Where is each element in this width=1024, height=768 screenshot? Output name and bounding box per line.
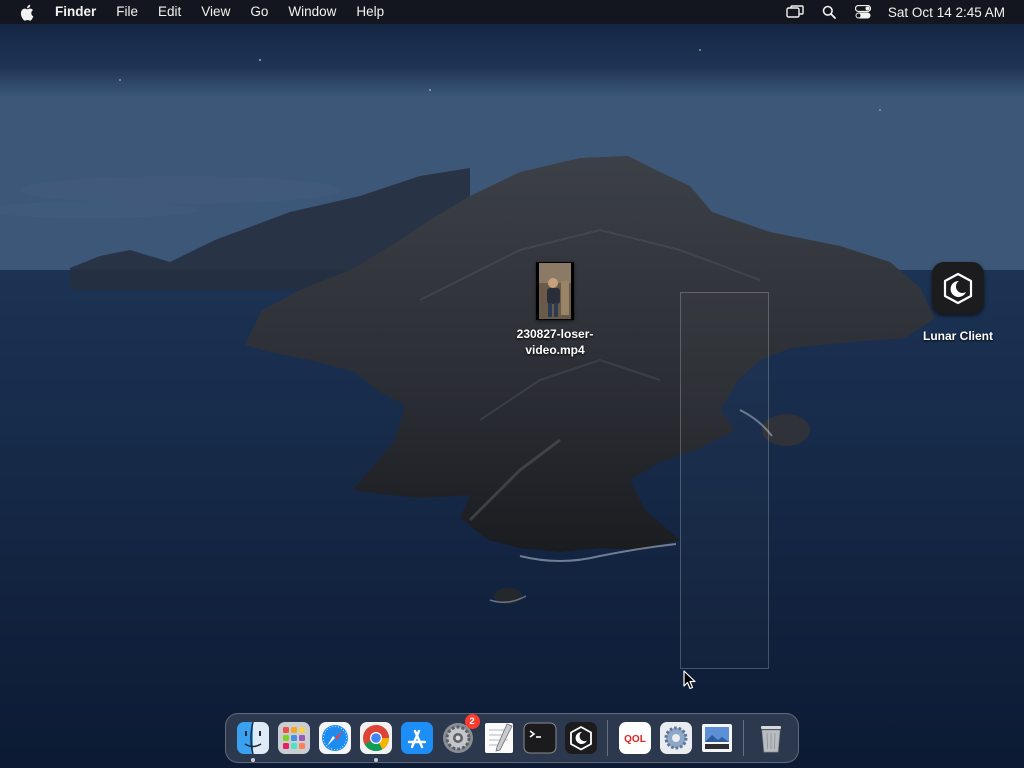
dock-item-system-preferences[interactable]: 2 [440,714,480,756]
dock: 2 QOL [225,713,799,763]
dock-item-settings-utility[interactable] [658,720,694,756]
menu-view[interactable]: View [191,0,240,24]
menu-bar-clock[interactable]: Sat Oct 14 2:45 AM [888,5,1005,20]
dock-item-lunar-client[interactable] [563,720,599,756]
control-center-icon[interactable] [854,4,872,20]
spotlight-search-icon[interactable] [820,4,838,20]
dock-separator [607,720,608,756]
desktop-wallpaper [0,0,1024,768]
video-thumbnail-icon [536,262,574,320]
lunar-client-icon [932,262,984,314]
qol-icon: QOL [618,722,651,754]
dock-item-textedit[interactable] [481,720,517,756]
menu-help[interactable]: Help [346,0,394,24]
dock-item-terminal[interactable] [522,720,558,756]
running-indicator [373,758,378,762]
menu-window[interactable]: Window [278,0,346,24]
screen-mirroring-icon[interactable] [786,4,804,20]
trash-icon [760,726,781,753]
desktop-file-label: 230827-loser- video.mp4 [517,326,594,358]
apple-logo-icon[interactable] [19,4,35,21]
desktop-app-label: Lunar Client [922,329,993,343]
file-label-line-2: video.mp4 [525,343,585,357]
menu-finder[interactable]: Finder [55,0,106,24]
running-indicator [250,758,255,762]
launchpad-icon [277,722,310,754]
dock-item-safari[interactable] [317,720,353,756]
desktop-app-lunar-client[interactable]: Lunar Client [913,262,1003,344]
dock-item-qol[interactable]: QOL [617,720,653,756]
notification-badge: 2 [464,714,480,729]
mouse-pointer-icon [683,670,697,690]
menu-go[interactable]: Go [240,0,278,24]
dock-item-app-store[interactable] [399,720,435,756]
dock-item-preview[interactable] [699,720,735,756]
lunar-client-icon [564,722,597,754]
svg-text:QOL: QOL [624,734,646,745]
finder-icon [236,721,269,755]
preview-icon [701,724,732,752]
textedit-icon [484,723,513,753]
dock-item-chrome[interactable] [358,720,394,762]
dock-item-launchpad[interactable] [276,720,312,756]
dock-item-trash[interactable] [753,720,789,756]
menu-bar: Finder File Edit View Go Window Help Sat… [0,0,1024,24]
chrome-icon [359,722,392,754]
terminal-icon [523,722,556,754]
dock-item-finder[interactable] [235,720,271,762]
menu-file[interactable]: File [106,0,148,24]
dock-separator [743,720,744,756]
drag-selection-rectangle [680,292,769,669]
safari-icon [318,722,351,754]
desktop-file-video[interactable]: 230827-loser- video.mp4 [505,262,605,358]
menu-edit[interactable]: Edit [148,0,191,24]
file-label-line-1: 230827-loser- [516,327,594,341]
app-store-icon [400,722,433,754]
gear-icon [659,722,692,754]
